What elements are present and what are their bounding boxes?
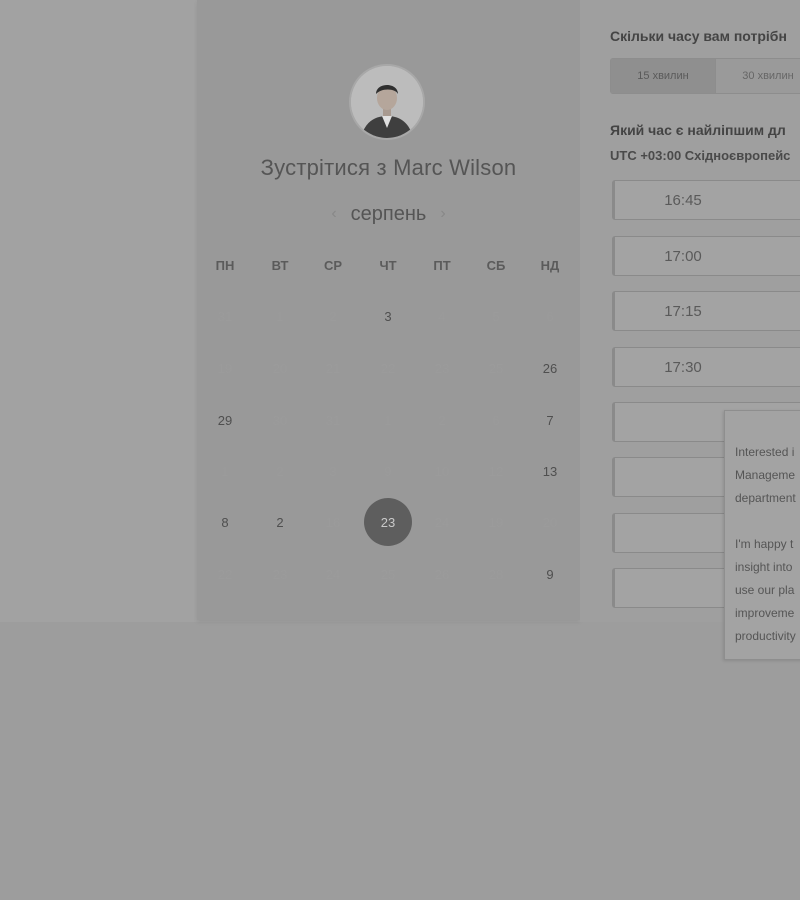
weekday-label: СР	[323, 258, 343, 273]
unavailable-day: 20	[272, 360, 288, 376]
chevron-right-icon[interactable]: ›	[440, 205, 445, 223]
weekday-label: НД	[540, 258, 560, 273]
unavailable-day: 30	[272, 412, 288, 428]
weekday-label: ПТ	[433, 258, 451, 273]
unavailable-day: 6	[546, 308, 554, 324]
tooltip-line: department	[735, 491, 796, 505]
unavailable-day: 4	[438, 308, 446, 324]
unavailable-day: 31	[217, 308, 233, 324]
unavailable-day: 31	[325, 412, 341, 428]
weekday-label: СБ	[486, 258, 506, 273]
unavailable-day: 1	[221, 463, 229, 479]
unavailable-day: 5	[492, 308, 500, 324]
time-slot[interactable]: 17:00	[612, 236, 800, 276]
unavailable-day: 26	[434, 566, 450, 582]
available-day[interactable]: 7	[526, 396, 574, 444]
tooltip-line: improveme	[735, 606, 795, 620]
available-day[interactable]: 13	[526, 447, 574, 495]
tooltip-line: I'm happy t	[735, 537, 794, 551]
unavailable-day: 1	[384, 412, 392, 428]
unavailable-day: 16	[325, 514, 341, 530]
selected-day[interactable]: 23	[364, 498, 412, 546]
unavailable-day: 24	[325, 566, 341, 582]
tooltip-line: Interested i	[735, 445, 795, 459]
unavailable-day: 1	[276, 308, 284, 324]
month-label: серпень	[350, 202, 427, 225]
weekday-label: ВТ	[271, 258, 289, 273]
unavailable-day: 2	[438, 412, 446, 428]
unavailable-day: 22	[380, 360, 396, 376]
time-slot[interactable]: 16:45	[612, 180, 800, 220]
host-info-tooltip: Interested i Manageme department I'm hap…	[724, 410, 800, 660]
tooltip-line: productivity	[735, 629, 796, 643]
available-day[interactable]: 9	[526, 550, 574, 598]
unavailable-day: 9	[384, 463, 392, 479]
tooltip-line: use our pla	[735, 583, 795, 597]
unavailable-day: 24	[434, 514, 450, 530]
unavailable-day: 20	[542, 514, 558, 530]
chevron-left-icon[interactable]: ‹	[331, 205, 336, 223]
duration-question: Скільки часу вам потрібн	[610, 28, 787, 44]
person-icon	[351, 66, 423, 138]
unavailable-day: 23	[434, 360, 450, 376]
unavailable-day: 2	[276, 463, 284, 479]
time-question: Який час є найліпшим дл	[610, 122, 786, 138]
available-day[interactable]: 26	[526, 344, 574, 392]
weekday-label: ЧТ	[379, 258, 397, 273]
tooltip-line: Manageme	[735, 468, 796, 482]
unavailable-day: 21	[325, 360, 341, 376]
unavailable-day: 25	[488, 360, 504, 376]
unavailable-day: 28	[488, 566, 504, 582]
unavailable-day: 19	[488, 514, 504, 530]
unavailable-day: 3	[329, 463, 337, 479]
time-slot[interactable]: 17:15	[612, 291, 800, 331]
available-day[interactable]: 8	[201, 498, 249, 546]
duration-selector: 15 хвилин 30 хвилин	[610, 58, 800, 94]
timezone-label[interactable]: UTC +03:00 Східноєвропейс	[610, 148, 790, 163]
unavailable-day: 10	[434, 463, 450, 479]
time-slot[interactable]: 17:30	[612, 347, 800, 387]
unavailable-day: 19	[217, 360, 233, 376]
unavailable-day: 12	[488, 463, 504, 479]
duration-option-15[interactable]: 15 хвилин	[611, 59, 716, 93]
available-day[interactable]: 2	[256, 498, 304, 546]
unavailable-day: 6	[492, 412, 500, 428]
duration-option-30[interactable]: 30 хвилин	[716, 59, 800, 93]
available-day[interactable]: 29	[201, 396, 249, 444]
available-day[interactable]: 3	[364, 292, 412, 340]
unavailable-day: 25	[380, 566, 396, 582]
month-navigation: ‹ серпень ›	[197, 200, 580, 228]
host-avatar	[351, 66, 423, 138]
unavailable-day: 22	[217, 566, 233, 582]
unavailable-day: 23	[272, 566, 288, 582]
weekday-label: ПН	[215, 258, 235, 273]
unavailable-day: 2	[329, 308, 337, 324]
tooltip-line: insight into	[735, 560, 793, 574]
page-title: Зустрітися з Marc Wilson	[260, 155, 517, 180]
